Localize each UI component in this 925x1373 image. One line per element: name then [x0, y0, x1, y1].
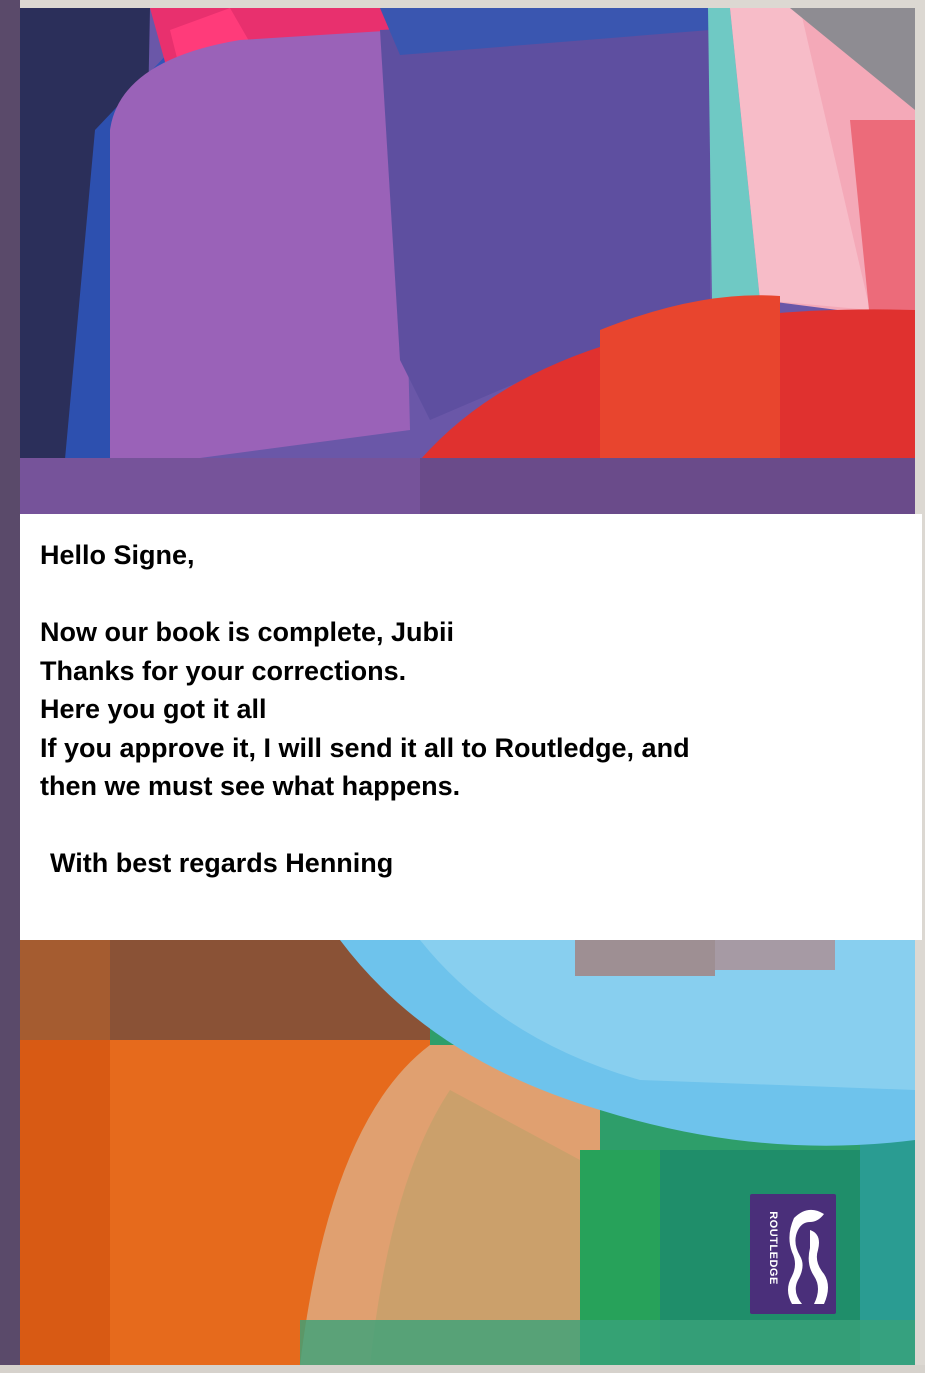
note-line: Now our book is complete, Jubii [40, 617, 455, 647]
note-line: Thanks for your corrections. [40, 655, 407, 686]
logo-text: ROUTLEDGE [767, 1211, 779, 1285]
note-line: then we must see what happens. [40, 771, 461, 801]
note-line: If you approve it, I will send it all to… [40, 732, 690, 763]
note-line: Here you got it all [40, 694, 267, 724]
photo-stage: Hello Signe, Now our book is complete, J… [0, 0, 925, 1373]
routledge-logo: ROUTLEDGE [750, 1194, 836, 1314]
note-signoff: With best regards Henning [50, 848, 394, 878]
note-blank-line [40, 575, 922, 614]
routledge-profile-icon [788, 1209, 828, 1304]
note-blank-line [40, 806, 922, 845]
note-greeting: Hello Signe, [40, 540, 195, 570]
message-note: Hello Signe, Now our book is complete, J… [20, 514, 922, 940]
